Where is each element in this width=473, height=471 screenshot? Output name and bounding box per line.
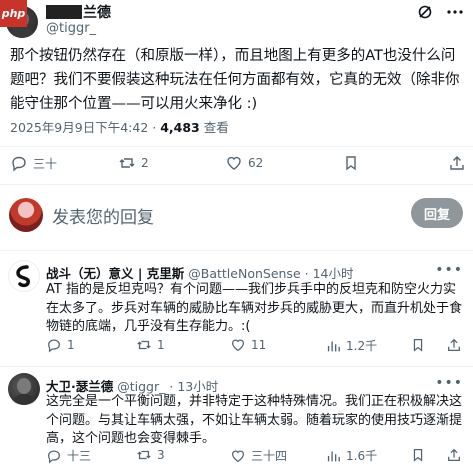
more-icon[interactable]: ••• [435,375,463,391]
bookmark-button[interactable] [410,337,426,353]
comment-text: AT 指的是反坦克吗？有个问题——我们步兵手中的反坦克和防空火力实在太多了。步兵… [46,282,463,334]
share-icon [450,156,464,170]
bookmark-icon [413,449,423,462]
divider [0,146,473,147]
grok-icon[interactable] [417,4,433,20]
commenter-name[interactable]: 大卫·瑟兰德 [46,379,113,394]
views-icon [327,341,340,351]
like-icon [232,450,244,462]
reply-icon [48,449,60,464]
views-count: 4,483 [160,120,200,135]
like-icon [227,156,241,170]
commenter-avatar[interactable] [8,373,40,405]
site-badge: php [0,0,27,27]
views-button[interactable]: 1.6千 [325,447,377,464]
retweet-button[interactable]: 2 [118,154,149,172]
views-button[interactable]: 1.2千 [325,337,377,354]
like-button[interactable]: 11 [230,337,266,353]
commenter-avatar[interactable] [8,260,40,292]
like-button[interactable]: 62 [225,154,263,172]
retweet-button[interactable]: 3 [136,447,165,463]
retweet-icon [137,340,151,350]
viewer-avatar [9,198,43,232]
reply-input[interactable]: 发表您的回复 [52,203,154,228]
reply-button[interactable]: 十三 [46,447,91,464]
reply-composer: 发表您的回复 回复 [0,190,473,240]
share-button[interactable] [448,154,466,172]
comment-time[interactable]: 13小时 [177,379,218,394]
like-button[interactable]: 三十四 [230,447,287,464]
share-button[interactable] [446,447,462,463]
reply-button[interactable]: 三十 [10,154,57,172]
comment-text: 这完全是一个平衡问题，并非特定于这种特殊情况。我们正在积极解决这个问题。与其让车… [46,394,463,446]
divider [0,366,473,367]
post-actions: 三十 2 62 [0,154,473,178]
more-icon[interactable]: ••• [435,262,463,278]
commenter-handle[interactable]: @BattleNonSense [188,266,300,281]
bookmark-icon [413,339,423,352]
more-icon[interactable] [447,9,463,15]
reply-icon [12,156,26,172]
reply-icon [48,339,60,353]
views-icon [327,451,340,461]
share-icon [448,338,460,351]
comment-time[interactable]: 14小时 [313,266,354,281]
commenter-name[interactable]: 战斗（无）意义 | 克里斯 [46,266,184,281]
retweet-button[interactable]: 1 [136,337,165,353]
views-label: 查看 [203,120,229,135]
post-meta: 2025年9月9日下午4:42 · 4,483 查看 [10,117,229,136]
author-name[interactable]: 兰德 [46,2,111,22]
divider [0,184,473,185]
post-header: php 兰德 @tiggr_ [0,0,473,44]
header-actions [417,4,463,20]
comment-time-separator: · [304,266,309,281]
post-date[interactable]: 2025年9月9日下午4:42 · [10,120,160,135]
retweet-icon [137,450,151,460]
like-icon [232,339,244,352]
post-text: 那个按钮仍然存在（和原版一样），而且地图上有更多的AT也没什么问题吧？我们不要假… [10,48,460,112]
comment-header: 战斗（无）意义 | 克里斯 @BattleNonSense · 14小时 [46,263,354,282]
name-redaction [46,5,82,19]
retweet-icon [119,158,135,168]
divider [0,250,473,251]
share-icon [448,448,460,461]
bookmark-icon [346,156,356,171]
reply-submit-button[interactable]: 回复 [411,198,463,228]
bookmark-button[interactable] [342,154,360,172]
share-button[interactable] [446,337,462,353]
comment-time-separator: · [169,379,174,394]
comment-actions: 1 1 11 1.2千 [0,337,473,361]
author-handle[interactable]: @tiggr_ [46,21,96,36]
commenter-handle[interactable]: @tiggr_ [117,379,165,394]
comment-actions: 十三 3 三十四 1.6千 [0,447,473,471]
bookmark-button[interactable] [410,447,426,463]
reply-button[interactable]: 1 [46,337,75,353]
